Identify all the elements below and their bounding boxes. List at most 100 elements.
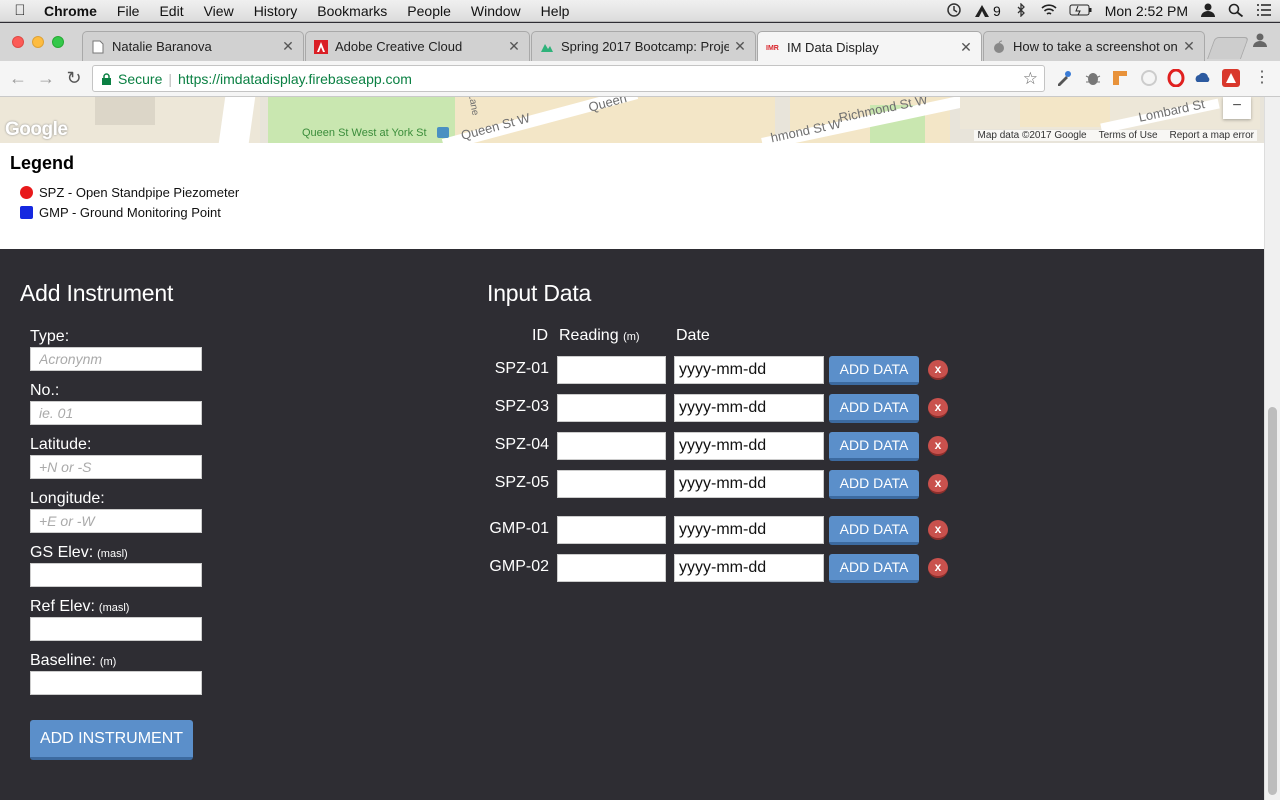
scrollbar-thumb[interactable] <box>1268 407 1277 795</box>
time-machine-icon[interactable] <box>946 2 962 20</box>
chrome-menu-icon[interactable]: ⋮ <box>1252 68 1272 88</box>
number-label: No.: <box>30 382 60 399</box>
user-icon[interactable] <box>1200 3 1216 20</box>
menu-edit[interactable]: Edit <box>149 3 193 19</box>
window-zoom-button[interactable] <box>52 36 64 48</box>
reading-input[interactable] <box>557 432 666 460</box>
menu-app-chrome[interactable]: Chrome <box>40 3 107 19</box>
reading-input[interactable] <box>557 516 666 544</box>
window-minimize-button[interactable] <box>32 36 44 48</box>
map-report-error-link[interactable]: Report a map error <box>1170 130 1254 141</box>
tab-close-icon[interactable]: ✕ <box>1182 38 1196 55</box>
date-input[interactable]: yyyy-mm-dd <box>674 356 824 384</box>
menu-window[interactable]: Window <box>461 3 531 19</box>
reading-unit: (m) <box>623 331 640 343</box>
tab-screenshot-howto[interactable]: How to take a screenshot on y ✕ <box>983 31 1205 61</box>
window-close-button[interactable] <box>12 36 24 48</box>
profile-icon[interactable] <box>1252 33 1268 47</box>
tab-spring-bootcamp[interactable]: Spring 2017 Bootcamp: Proje ✕ <box>531 31 756 61</box>
legend: Legend SPZ - Open Standpipe Piezometer G… <box>0 143 1264 249</box>
add-data-button[interactable]: ADD DATA <box>829 470 919 499</box>
url-text[interactable]: https://imdatadisplay.firebaseapp.com <box>178 71 412 87</box>
date-input[interactable]: yyyy-mm-dd <box>674 516 824 544</box>
longitude-input[interactable] <box>30 509 202 533</box>
adobe-menubar-icon[interactable]: 9 <box>974 3 1001 19</box>
ruler-extension-icon[interactable] <box>1111 69 1129 87</box>
reading-input[interactable] <box>557 470 666 498</box>
add-data-button[interactable]: ADD DATA <box>829 432 919 461</box>
date-input[interactable]: yyyy-mm-dd <box>674 432 824 460</box>
red-square-extension-icon[interactable] <box>1222 69 1240 87</box>
latitude-input[interactable] <box>30 455 202 479</box>
add-data-button[interactable]: ADD DATA <box>829 516 919 545</box>
tab-natalie-baranova[interactable]: Natalie Baranova ✕ <box>82 31 304 61</box>
tab-close-icon[interactable]: ✕ <box>507 38 521 55</box>
menu-history[interactable]: History <box>244 3 308 19</box>
menu-view[interactable]: View <box>194 3 244 19</box>
map[interactable]: Queen St West at York St Queen St W Quee… <box>0 97 1264 143</box>
type-input[interactable] <box>30 347 202 371</box>
svg-text:IMR: IMR <box>766 45 779 52</box>
apple-menu-icon[interactable]:  <box>0 2 40 19</box>
new-tab-button[interactable] <box>1206 37 1250 59</box>
delete-row-button[interactable]: x <box>928 360 948 380</box>
date-input[interactable]: yyyy-mm-dd <box>674 394 824 422</box>
reading-input[interactable] <box>557 394 666 422</box>
tab-strip: Natalie Baranova ✕ Adobe Creative Cloud … <box>0 23 1280 62</box>
notification-center-icon[interactable] <box>1256 3 1272 20</box>
tab-close-icon[interactable]: ✕ <box>281 38 295 55</box>
opera-extension-icon[interactable] <box>1167 68 1185 88</box>
tab-im-data-display[interactable]: IMR IM Data Display ✕ <box>757 31 982 62</box>
map-zoom-out-button[interactable]: − <box>1223 97 1251 119</box>
delete-row-button[interactable]: x <box>928 520 948 540</box>
reading-input[interactable] <box>557 554 666 582</box>
date-input[interactable]: yyyy-mm-dd <box>674 470 824 498</box>
adobe-count: 9 <box>992 3 1001 19</box>
battery-icon[interactable] <box>1069 3 1093 20</box>
eyedropper-extension-icon[interactable] <box>1055 69 1073 87</box>
gs-elev-input[interactable] <box>30 563 202 587</box>
ref-elev-input[interactable] <box>30 617 202 641</box>
reload-icon[interactable]: ↻ <box>64 68 84 88</box>
tab-close-icon[interactable]: ✕ <box>733 38 747 55</box>
page-scrollbar[interactable] <box>1264 97 1280 800</box>
wifi-icon[interactable] <box>1041 3 1057 20</box>
circle-extension-icon[interactable] <box>1140 69 1158 87</box>
menu-file[interactable]: File <box>107 3 150 19</box>
legend-title: Legend <box>10 153 75 173</box>
add-data-button[interactable]: ADD DATA <box>829 554 919 583</box>
number-input[interactable] <box>30 401 202 425</box>
menu-people[interactable]: People <box>397 3 461 19</box>
reading-input[interactable] <box>557 356 666 384</box>
add-instrument-button[interactable]: ADD INSTRUMENT <box>30 720 193 760</box>
bluetooth-icon[interactable] <box>1013 2 1029 20</box>
row-id: GMP-02 <box>489 558 549 575</box>
bug-extension-icon[interactable] <box>1084 69 1102 87</box>
back-arrow-icon[interactable]: ← <box>8 68 28 88</box>
add-data-button[interactable]: ADD DATA <box>829 356 919 385</box>
add-data-button[interactable]: ADD DATA <box>829 394 919 423</box>
spotlight-search-icon[interactable] <box>1228 3 1244 20</box>
forward-arrow-icon[interactable]: → <box>36 68 56 88</box>
map-terms-link[interactable]: Terms of Use <box>1099 130 1158 141</box>
menu-help[interactable]: Help <box>531 3 580 19</box>
delete-row-button[interactable]: x <box>928 558 948 578</box>
clock[interactable]: Mon 2:52 PM <box>1105 3 1188 19</box>
delete-row-button[interactable]: x <box>928 474 948 494</box>
bookmark-star-icon[interactable]: ☆ <box>1023 69 1038 89</box>
menu-bookmarks[interactable]: Bookmarks <box>307 3 397 19</box>
baseline-input[interactable] <box>30 671 202 695</box>
tab-adobe-creative-cloud[interactable]: Adobe Creative Cloud ✕ <box>305 31 530 61</box>
delete-row-button[interactable]: x <box>928 398 948 418</box>
date-input[interactable]: yyyy-mm-dd <box>674 554 824 582</box>
document-icon <box>92 40 104 53</box>
column-header-id: ID <box>532 327 548 344</box>
row-id: SPZ-01 <box>494 360 549 377</box>
cloud-extension-icon[interactable] <box>1194 69 1212 87</box>
menu-bar:  Chrome File Edit View History Bookmark… <box>0 0 1280 22</box>
delete-row-button[interactable]: x <box>928 436 948 456</box>
address-bar[interactable]: Secure | https://imdatadisplay.firebasea… <box>92 65 1045 92</box>
tab-close-icon[interactable]: ✕ <box>959 39 973 56</box>
row-id: SPZ-05 <box>494 474 549 491</box>
tab-label: Natalie Baranova <box>112 39 212 54</box>
